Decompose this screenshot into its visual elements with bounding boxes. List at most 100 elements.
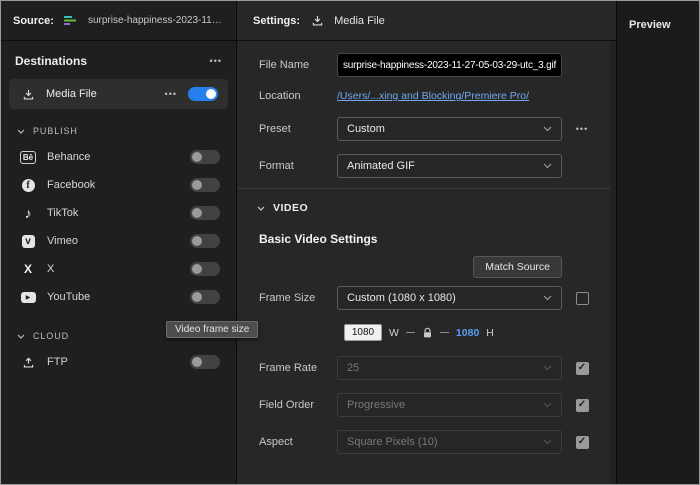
tiktok-toggle[interactable]: [190, 206, 220, 220]
chevron-down-icon: [543, 295, 552, 301]
facebook-toggle[interactable]: [190, 178, 220, 192]
section-publish[interactable]: PUBLISH: [1, 111, 236, 143]
sidebar-item-vimeo[interactable]: v Vimeo: [1, 227, 236, 255]
location-label: Location: [259, 90, 301, 102]
dash-line: [439, 332, 449, 333]
settings-form: File Name surprise-happiness-2023-11-27-…: [237, 41, 616, 484]
width-input[interactable]: [344, 324, 382, 341]
aspect-checkbox[interactable]: ✓: [575, 435, 589, 449]
preview-title: Preview: [629, 19, 671, 31]
settings-label: Settings:: [253, 14, 301, 27]
destinations-title: Destinations: [15, 54, 88, 68]
basic-video-settings-title: Basic Video Settings: [259, 232, 378, 246]
frame-size-label: Frame Size: [259, 292, 316, 304]
media-file-label: Media File: [46, 88, 97, 100]
destinations-menu-button[interactable]: •••: [210, 56, 222, 66]
settings-destination: Media File: [334, 14, 385, 27]
chevron-down-icon: [543, 126, 552, 132]
ftp-upload-icon: [19, 353, 37, 371]
behance-toggle[interactable]: [190, 150, 220, 164]
export-dialog: Source: surprise-happiness-2023-11-27-05…: [0, 0, 700, 485]
field-order-checkbox[interactable]: ✓: [575, 398, 589, 412]
aspect-dropdown[interactable]: Square Pixels (10): [337, 430, 562, 454]
chevron-down-icon: [543, 439, 552, 445]
frame-size-dropdown[interactable]: Custom (1080 x 1080): [337, 286, 562, 310]
sidebar-item-x[interactable]: X X: [1, 255, 236, 283]
youtube-toggle[interactable]: [190, 290, 220, 304]
toggle-knob: [192, 152, 202, 162]
frame-size-tooltip: Video frame size: [166, 321, 259, 338]
frame-size-checkbox[interactable]: [575, 291, 589, 305]
cloud-section-label: CLOUD: [33, 331, 70, 341]
settings-bar: Settings: Media File: [237, 1, 616, 41]
format-dropdown[interactable]: Animated GIF: [337, 154, 562, 178]
source-label: Source:: [13, 14, 54, 27]
preset-label: Preset: [259, 123, 291, 135]
chevron-down-icon: [17, 129, 25, 134]
source-bar: Source: surprise-happiness-2023-11-27-05…: [1, 1, 236, 41]
lock-link-icon[interactable]: [422, 327, 433, 339]
toggle-knob: [192, 236, 202, 246]
format-label: Format: [259, 160, 294, 172]
scrollbar[interactable]: [610, 41, 616, 484]
sequence-icon: [62, 12, 80, 30]
frame-rate-row: Frame Rate 25 ✓: [237, 356, 616, 380]
preset-row: Preset Custom •••: [237, 117, 616, 141]
toggle-knob: [192, 208, 202, 218]
vimeo-icon: v: [19, 232, 37, 250]
file-name-row: File Name surprise-happiness-2023-11-27-…: [237, 53, 616, 77]
toggle-knob: [206, 89, 216, 99]
sidebar-item-behance[interactable]: Bē Behance: [1, 143, 236, 171]
sidebar-item-tiktok[interactable]: ♪ TikTok: [1, 199, 236, 227]
chevron-down-icon: [543, 365, 552, 371]
destinations-header: Destinations •••: [1, 41, 236, 76]
dash-line: [405, 332, 415, 333]
media-file-download-icon: [19, 85, 37, 103]
frame-rate-label: Frame Rate: [259, 362, 318, 374]
settings-panel: Settings: Media File File Name surprise-…: [237, 1, 617, 484]
match-source-button[interactable]: Match Source: [473, 256, 562, 278]
source-clip-name: surprise-happiness-2023-11-27-05-03...: [87, 15, 224, 26]
chevron-down-icon: [17, 334, 25, 339]
preset-dropdown[interactable]: Custom: [337, 117, 562, 141]
chevron-down-icon: [543, 163, 552, 169]
media-file-menu-button[interactable]: •••: [165, 89, 177, 99]
location-link[interactable]: /Users/...xing and Blocking/Premiere Pro…: [337, 90, 529, 102]
location-row: Location /Users/...xing and Blocking/Pre…: [237, 90, 616, 102]
media-file-toggle[interactable]: [188, 87, 218, 101]
sidebar-item-facebook[interactable]: f Facebook: [1, 171, 236, 199]
publish-section-label: PUBLISH: [33, 126, 78, 136]
preset-more-button[interactable]: •••: [576, 124, 588, 134]
video-section-label: VIDEO: [273, 202, 309, 214]
aspect-row: Aspect Square Pixels (10) ✓: [237, 430, 616, 454]
file-name-label: File Name: [259, 59, 310, 71]
behance-icon: Bē: [19, 148, 37, 166]
sidebar-item-media-file[interactable]: Media File •••: [9, 79, 228, 109]
width-unit-label: W: [389, 326, 399, 339]
ftp-toggle[interactable]: [190, 355, 220, 369]
sidebar-item-youtube[interactable]: ▶ YouTube: [1, 283, 236, 311]
video-section-header[interactable]: VIDEO: [237, 189, 616, 216]
file-name-field[interactable]: surprise-happiness-2023-11-27-05-03-29-u…: [337, 53, 562, 77]
toggle-knob: [192, 264, 202, 274]
aspect-label: Aspect: [259, 436, 293, 448]
tiktok-icon: ♪: [24, 205, 32, 221]
toggle-knob: [192, 292, 202, 302]
frame-rate-dropdown[interactable]: 25: [337, 356, 562, 380]
format-row: Format Animated GIF: [237, 154, 616, 178]
youtube-icon: ▶: [19, 288, 37, 306]
chevron-down-icon: [257, 206, 265, 211]
destinations-panel: Source: surprise-happiness-2023-11-27-05…: [1, 1, 237, 484]
match-source-row: Match Source: [237, 256, 616, 278]
field-order-label: Field Order: [259, 399, 315, 411]
height-unit-label: H: [486, 326, 494, 339]
height-value[interactable]: 1080: [456, 327, 479, 339]
sidebar-item-ftp[interactable]: FTP: [1, 348, 236, 376]
toggle-knob: [192, 180, 202, 190]
x-toggle[interactable]: [190, 262, 220, 276]
frame-rate-checkbox[interactable]: ✓: [575, 361, 589, 375]
toggle-knob: [192, 357, 202, 367]
media-file-download-icon: [308, 12, 326, 30]
field-order-dropdown[interactable]: Progressive: [337, 393, 562, 417]
vimeo-toggle[interactable]: [190, 234, 220, 248]
